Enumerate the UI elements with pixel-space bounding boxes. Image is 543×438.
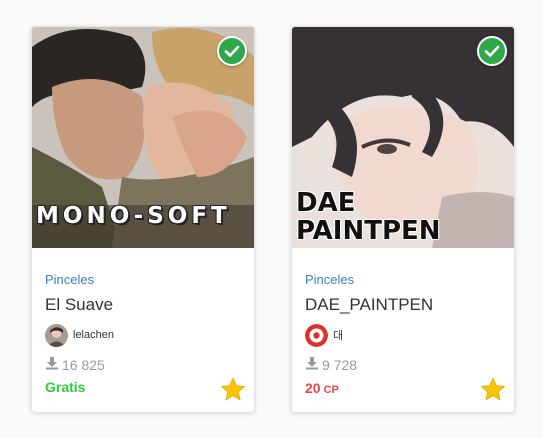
avatar xyxy=(305,323,328,347)
price-unit: CP xyxy=(323,384,339,396)
material-thumbnail[interactable]: MONO-SOFT xyxy=(32,27,254,248)
avatar xyxy=(45,323,68,347)
material-card[interactable]: DAE PAINTPEN Pinceles DAE_PAINTPEN 대 9 7… xyxy=(291,26,515,413)
cover-title-text: DAE PAINTPEN xyxy=(296,188,441,246)
author-name: lelachen xyxy=(73,329,114,341)
download-icon xyxy=(45,356,59,373)
price-label: Gratis xyxy=(45,379,86,395)
download-count-value: 16 825 xyxy=(62,356,105,373)
download-icon xyxy=(305,356,319,373)
check-icon xyxy=(217,36,247,66)
star-icon[interactable] xyxy=(219,376,247,404)
download-count: 9 728 xyxy=(305,356,357,373)
material-title[interactable]: El Suave xyxy=(45,295,113,315)
author-link[interactable]: lelachen xyxy=(45,323,114,347)
star-icon[interactable] xyxy=(479,376,507,404)
material-thumbnail[interactable]: DAE PAINTPEN xyxy=(292,27,514,248)
price-label: 20 CP xyxy=(305,380,339,396)
download-count-value: 9 728 xyxy=(322,356,358,373)
cover-title-text: MONO-SOFT xyxy=(36,203,231,229)
material-card[interactable]: MONO-SOFT Pinceles El Suave lelachen 16 … xyxy=(31,26,255,413)
check-icon xyxy=(477,36,507,66)
download-count: 16 825 xyxy=(45,356,105,373)
author-link[interactable]: 대 xyxy=(305,323,343,347)
category-link[interactable]: Pinceles xyxy=(45,272,94,287)
author-name: 대 xyxy=(333,330,344,342)
category-link[interactable]: Pinceles xyxy=(305,272,354,287)
material-title[interactable]: DAE_PAINTPEN xyxy=(305,295,433,315)
price-value: 20 xyxy=(305,380,321,396)
